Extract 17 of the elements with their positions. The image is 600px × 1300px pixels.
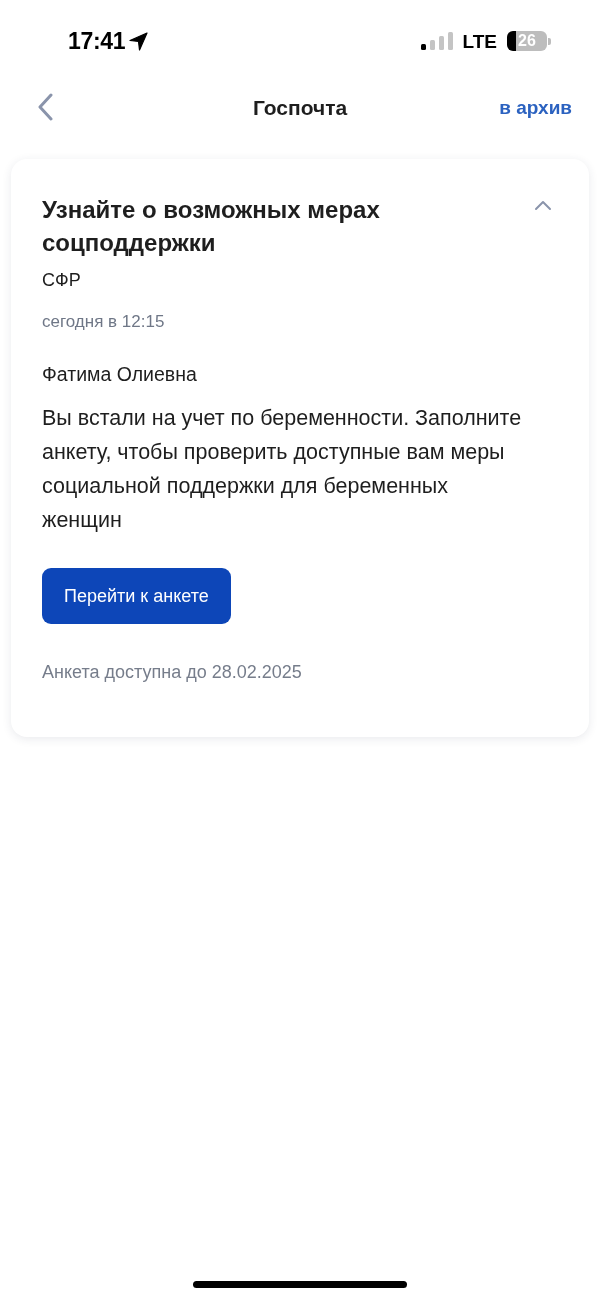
status-time: 17:41: [68, 29, 126, 53]
signal-strength-icon: [420, 32, 453, 50]
recipient-name: Фатима Олиевна: [42, 362, 198, 387]
message-body: Вы встали на учет по беременности. Заполните анкету, чтобы проверить доступные вам меры социальной поддержки для беременных женщин: [42, 405, 523, 534]
archive-link[interactable]: в архив: [499, 97, 572, 117]
collapse-button[interactable]: [534, 200, 552, 212]
location-arrow-icon: [129, 31, 149, 51]
message-title: Узнайте о возможных мерах соцподдержки: [42, 195, 381, 258]
sender-name: СФР: [42, 269, 82, 292]
back-chevron-icon: [37, 93, 53, 121]
availability-note: Анкета доступна до 28.02.2025: [42, 661, 303, 684]
network-type: LTE: [462, 31, 497, 51]
page-title: Госпочта: [252, 96, 348, 118]
battery-indicator: 26: [507, 31, 551, 51]
chevron-up-icon: [534, 200, 552, 212]
message-date: сегодня в 12:15: [42, 311, 166, 333]
questionnaire-button[interactable]: Перейти к анкете: [42, 568, 231, 624]
